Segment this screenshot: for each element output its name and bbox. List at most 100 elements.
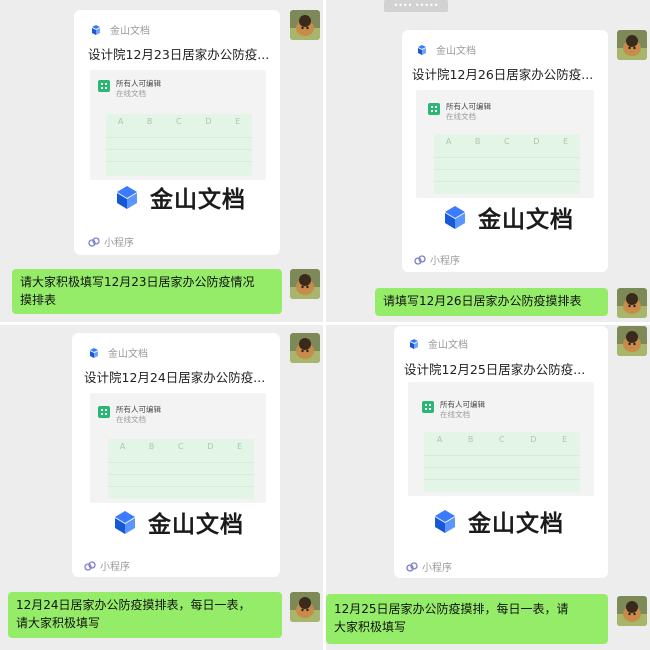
sheet-header: 所有人可编辑 在线文档 (98, 405, 161, 425)
kingsoft-docs-icon (92, 24, 100, 35)
mini-program-footer: 小程序 (84, 558, 130, 573)
user-avatar[interactable] (617, 30, 647, 60)
mini-program-footer: 小程序 (88, 234, 134, 249)
sheet-grid: A B C D E (424, 432, 580, 492)
spreadsheet-icon (428, 103, 440, 115)
sheet-columns: A B C D E (106, 114, 252, 126)
sheet-sub: 在线文档 (440, 410, 470, 419)
wps-logo: 金山文档 (112, 505, 244, 539)
kingsoft-docs-icon (410, 338, 418, 349)
column-header: B (148, 442, 155, 451)
user-avatar[interactable] (290, 10, 320, 40)
brand-name: 金山文档 (468, 511, 564, 537)
avatar-icon (290, 592, 320, 622)
message-line: 请大家积极填写12月23日居家办公防疫情况 (20, 275, 255, 289)
mini-program-icon (406, 561, 418, 572)
app-name: 金山文档 (436, 46, 476, 57)
mini-program-icon (88, 236, 100, 247)
message-line: 12月24日居家办公防疫摸排表，每日一表， (16, 598, 251, 612)
column-header: D (205, 117, 212, 126)
kingsoft-docs-logo-icon (115, 511, 135, 534)
card-header: 金山文档 (408, 336, 468, 351)
kingsoft-docs-logo-icon (445, 206, 465, 229)
user-avatar[interactable] (290, 269, 320, 299)
avatar-icon (617, 288, 647, 318)
sheet-header: 所有人可编辑 在线文档 (98, 79, 161, 99)
app-name: 金山文档 (428, 340, 468, 351)
card-title: 设计院12月26日居家办公防疫... (412, 67, 594, 82)
column-header: D (530, 435, 537, 444)
message-line: 大家积极填写 (334, 620, 407, 634)
message-line: 请大家积极填写 (16, 616, 101, 630)
user-avatar[interactable] (617, 326, 647, 356)
doc-preview: 所有人可编辑 在线文档 A B C D E (408, 382, 594, 496)
avatar-icon (290, 10, 320, 40)
sheet-grid: A B C D E (108, 439, 254, 499)
card-title: 设计院12月25日居家办公防疫... (404, 362, 586, 377)
user-avatar[interactable] (290, 333, 320, 363)
avatar-icon (290, 333, 320, 363)
column-header: D (207, 442, 214, 451)
message-line: 12月25日居家办公防疫摸排，每日一表，请 (334, 602, 569, 616)
sheet-label: 所有人可编辑 (116, 79, 161, 88)
message-bubble[interactable]: 请大家积极填写12月23日居家办公防疫情况 摸排表 (12, 269, 282, 314)
wps-logo: 金山文档 (114, 180, 246, 214)
column-header: C (178, 442, 184, 451)
message-bubble[interactable]: 请填写12月26日居家办公防疫摸排表 (375, 288, 608, 316)
mini-program-card[interactable]: 金山文档 设计院12月24日居家办公防疫... 所有人可编辑 在线文档 A B C D E… (72, 333, 280, 577)
sheet-header: 所有人可编辑 在线文档 (422, 400, 485, 420)
mini-program-card[interactable]: 金山文档 设计院12月25日居家办公防疫... 所有人可编辑 在线文档 A B C D E… (394, 326, 608, 578)
message-line: 摸排表 (20, 293, 57, 307)
sheet-sub: 在线文档 (116, 89, 146, 98)
column-header: C (504, 137, 510, 146)
column-header: C (499, 435, 505, 444)
column-header: E (562, 435, 568, 444)
user-avatar[interactable] (617, 596, 647, 626)
mini-program-footer: 小程序 (414, 252, 460, 267)
kingsoft-docs-logo-icon (435, 510, 455, 533)
message-bubble[interactable]: 12月25日居家办公防疫摸排，每日一表，请 大家积极填写 (326, 594, 608, 644)
wps-logo: 金山文档 (442, 200, 574, 234)
mini-program-footer: 小程序 (406, 559, 452, 574)
sheet-label: 所有人可编辑 (116, 405, 161, 414)
column-header: A (436, 435, 443, 444)
column-header: C (176, 117, 182, 126)
column-header: D (533, 137, 540, 146)
mini-program-card[interactable]: 金山文档 设计院12月23日居家办公防疫... 所有人可编辑 在线文档 A B C D E… (74, 10, 280, 255)
spreadsheet-icon (422, 401, 434, 413)
mini-program-card[interactable]: 金山文档 设计院12月26日居家办公防疫... 所有人可编辑 在线文档 A B C D E… (402, 30, 608, 272)
mini-program-label: 小程序 (104, 238, 134, 249)
kingsoft-docs-logo-icon (117, 186, 137, 209)
card-title: 设计院12月24日居家办公防疫... (84, 370, 266, 385)
column-header: E (235, 117, 241, 126)
column-header: B (146, 117, 153, 126)
user-avatar[interactable] (290, 592, 320, 622)
wps-logo: 金山文档 (432, 504, 564, 538)
spreadsheet-icon (98, 80, 110, 92)
brand-name: 金山文档 (148, 512, 244, 538)
column-header: E (237, 442, 243, 451)
card-header: 金山文档 (88, 345, 148, 360)
sheet-sub: 在线文档 (116, 415, 146, 424)
user-avatar[interactable] (617, 288, 647, 318)
app-name: 金山文档 (110, 26, 150, 37)
brand-name: 金山文档 (150, 187, 246, 213)
card-header: 金山文档 (416, 42, 476, 57)
kingsoft-docs-icon (90, 347, 98, 358)
doc-preview: 所有人可编辑 在线文档 A B C D E (416, 90, 594, 198)
sheet-grid: A B C D E (434, 134, 580, 194)
column-header: B (467, 435, 474, 444)
avatar-icon (290, 269, 320, 299)
sheet-label: 所有人可编辑 (440, 400, 485, 409)
message-bubble[interactable]: 12月24日居家办公防疫摸排表，每日一表， 请大家积极填写 (8, 592, 282, 638)
avatar-icon (617, 30, 647, 60)
message-line: 请填写12月26日居家办公防疫摸排表 (383, 294, 582, 308)
sheet-grid: A B C D E (106, 114, 252, 176)
sheet-label: 所有人可编辑 (446, 102, 491, 111)
brand-name: 金山文档 (478, 207, 574, 233)
column-header: A (119, 442, 126, 451)
mini-program-label: 小程序 (430, 256, 460, 267)
column-header: B (474, 137, 481, 146)
mini-program-icon (414, 254, 426, 265)
card-title: 设计院12月23日居家办公防疫... (88, 47, 270, 62)
